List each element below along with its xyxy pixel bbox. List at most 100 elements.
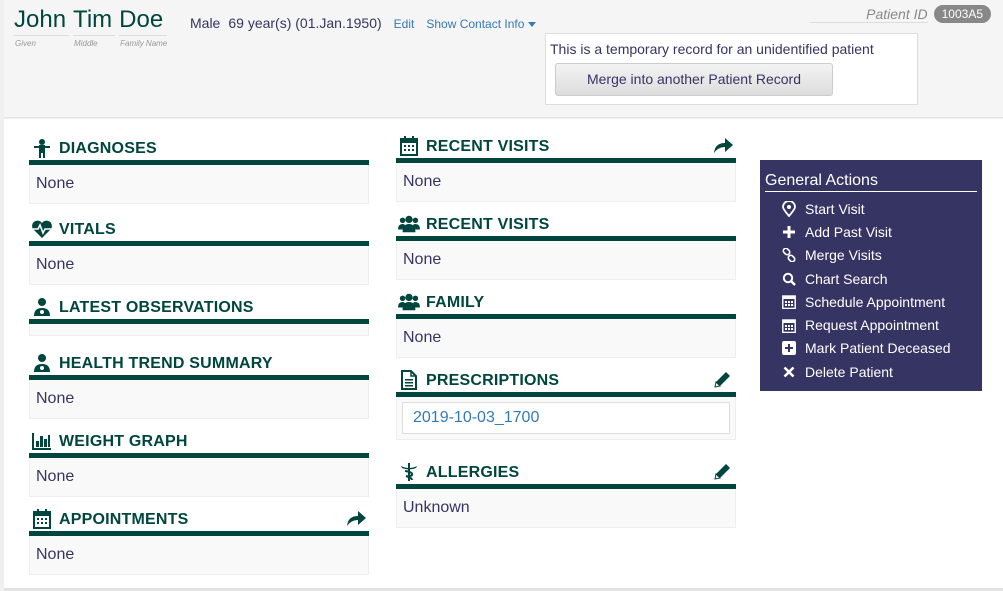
patient-name: John Given Tim Middle Doe Family Name	[14, 5, 171, 48]
calendar-icon	[31, 509, 53, 529]
caret-down-icon	[528, 22, 537, 28]
patient-id: Patient ID 1003A5	[810, 5, 991, 23]
given-label: Given	[15, 39, 36, 48]
share-arrow-icon[interactable]	[712, 136, 734, 156]
mark-deceased-label: Mark Patient Deceased	[805, 340, 951, 357]
map-marker-icon	[781, 200, 797, 217]
given-name-part: John Given	[14, 5, 70, 48]
family-title: FAMILY	[426, 294, 485, 311]
schedule-appointment-action[interactable]: Schedule Appointment	[765, 290, 977, 313]
weight-graph-panel: WEIGHT GRAPH None	[29, 432, 369, 497]
calendar-icon	[398, 136, 420, 156]
request-appointment-action[interactable]: Request Appointment	[765, 313, 977, 336]
weight-graph-title: WEIGHT GRAPH	[59, 433, 188, 450]
recent-visits-header: RECENT VISITS	[396, 136, 736, 163]
pencil-icon[interactable]	[712, 370, 734, 390]
merge-visits-action[interactable]: Merge Visits	[765, 244, 977, 267]
prescriptions-header: PRESCRIPTIONS	[396, 370, 736, 397]
allergies-title: ALLERGIES	[426, 464, 520, 481]
chart-search-action[interactable]: Chart Search	[765, 267, 977, 290]
recent-visits-secondary-title: RECENT VISITS	[426, 216, 550, 233]
temporary-record-message: This is a temporary record for an uniden…	[550, 41, 874, 57]
x-icon	[781, 364, 797, 380]
health-trend-panel: HEALTH TREND SUMMARY None	[29, 354, 369, 419]
age: 69 year(s) (01.Jan.1950)	[228, 15, 382, 31]
prescription-link[interactable]: 2019-10-03_1700	[402, 402, 730, 434]
recent-visits-secondary-panel: RECENT VISITS None	[396, 215, 736, 280]
prescriptions-panel: PRESCRIPTIONS 2019-10-03_1700	[396, 370, 736, 440]
recent-visits-body: None	[396, 163, 736, 202]
diagnosis-icon	[31, 138, 53, 158]
temporary-record-notice: This is a temporary record for an uniden…	[545, 33, 918, 105]
user-md-icon	[31, 353, 53, 373]
mark-deceased-action[interactable]: Mark Patient Deceased	[765, 337, 977, 360]
file-text-icon	[398, 370, 420, 390]
patient-header: John Given Tim Middle Doe Family Name Ma…	[4, 0, 1003, 118]
appointments-panel: APPOINTMENTS None	[29, 509, 369, 575]
diagnoses-body: None	[29, 165, 369, 204]
calendar-icon	[781, 294, 797, 310]
recent-visits-title: RECENT VISITS	[426, 138, 550, 155]
prescriptions-body: 2019-10-03_1700	[396, 397, 736, 440]
health-trend-header: HEALTH TREND SUMMARY	[29, 354, 369, 380]
family-name-part: Doe Family Name	[119, 5, 168, 48]
weight-graph-body: None	[29, 458, 369, 497]
start-visit-action[interactable]: Start Visit	[765, 197, 977, 220]
given-name: John	[14, 5, 70, 36]
latest-observations-body	[29, 324, 369, 336]
diagnoses-header: DIAGNOSES	[29, 139, 369, 165]
middle-name-part: Tim Middle	[73, 5, 116, 48]
vitals-panel: VITALS None	[29, 220, 369, 285]
family-header: FAMILY	[396, 293, 736, 319]
latest-observations-header: LATEST OBSERVATIONS	[29, 298, 369, 324]
calendar-icon	[781, 317, 797, 333]
patient-id-badge: 1003A5	[933, 5, 991, 23]
chart-search-label: Chart Search	[805, 270, 888, 287]
general-actions-title: General Actions	[765, 172, 977, 192]
allergies-panel: ALLERGIES Unknown	[396, 463, 736, 528]
health-trend-title: HEALTH TREND SUMMARY	[59, 355, 273, 372]
search-icon	[781, 271, 797, 287]
weight-graph-header: WEIGHT GRAPH	[29, 432, 369, 458]
show-contact-info-link[interactable]: Show Contact Info	[426, 17, 537, 31]
family-body: None	[396, 319, 736, 358]
appointments-title: APPOINTMENTS	[59, 511, 189, 528]
share-arrow-icon[interactable]	[345, 509, 367, 529]
vitals-title: VITALS	[59, 221, 116, 238]
family-panel: FAMILY None	[396, 293, 736, 358]
recent-visits-panel: RECENT VISITS None	[396, 136, 736, 202]
vitals-header: VITALS	[29, 220, 369, 246]
request-appointment-label: Request Appointment	[805, 317, 939, 334]
latest-observations-title: LATEST OBSERVATIONS	[59, 299, 254, 316]
delete-patient-action[interactable]: Delete Patient	[765, 360, 977, 383]
prescriptions-title: PRESCRIPTIONS	[426, 372, 560, 389]
gender: Male	[190, 15, 221, 31]
recent-visits-secondary-body: None	[396, 241, 736, 280]
latest-observations-panel: LATEST OBSERVATIONS	[29, 298, 369, 336]
user-md-icon	[31, 297, 53, 317]
appointments-body: None	[29, 536, 369, 575]
users-icon	[398, 214, 420, 234]
family-label: Family Name	[120, 39, 168, 48]
link-icon	[781, 247, 797, 263]
add-past-visit-label: Add Past Visit	[805, 223, 892, 240]
add-past-visit-action[interactable]: Add Past Visit	[765, 220, 977, 243]
users-icon	[398, 292, 420, 312]
pencil-icon[interactable]	[712, 462, 734, 482]
middle-name: Tim	[73, 5, 116, 36]
plus-square-icon	[781, 340, 797, 356]
delete-patient-label: Delete Patient	[805, 363, 893, 380]
family-name: Doe	[119, 5, 168, 36]
diagnoses-panel: DIAGNOSES None	[29, 139, 369, 204]
demographics: Male 69 year(s) (01.Jan.1950) Edit Show …	[190, 15, 537, 31]
middle-label: Middle	[74, 39, 98, 48]
merge-patient-button[interactable]: Merge into another Patient Record	[555, 63, 833, 96]
schedule-appointment-label: Schedule Appointment	[805, 293, 946, 310]
appointments-header: APPOINTMENTS	[29, 509, 369, 536]
health-trend-body: None	[29, 380, 369, 419]
vitals-body: None	[29, 246, 369, 285]
allergies-header: ALLERGIES	[396, 463, 736, 489]
edit-link[interactable]: Edit	[394, 17, 415, 31]
plus-icon	[781, 224, 797, 240]
diagnoses-title: DIAGNOSES	[59, 140, 157, 157]
